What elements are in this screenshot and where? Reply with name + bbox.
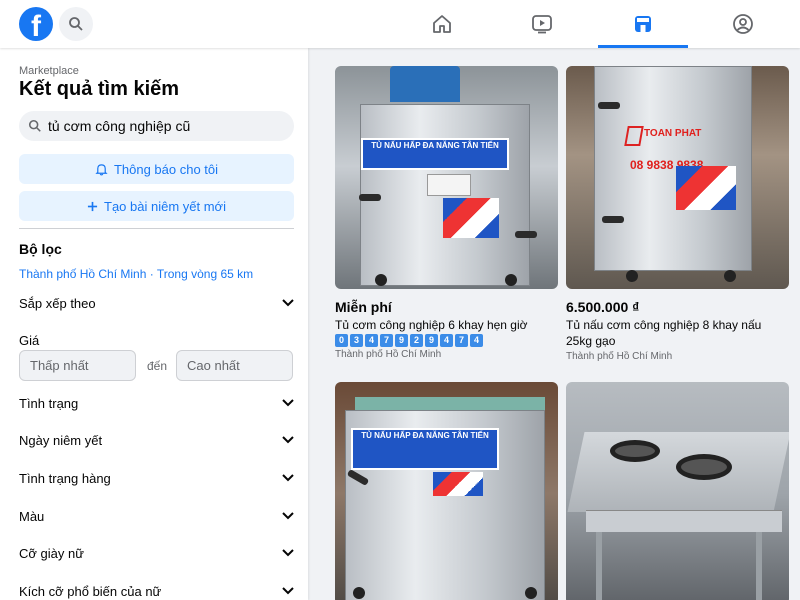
listing-price: Miễn phí	[335, 299, 392, 315]
digit-badge: 2	[410, 334, 423, 347]
listing-title: Tủ nấu cơm công nghiệp 8 khay nấu 25kg g…	[566, 318, 762, 348]
notify-me-label: Thông báo cho tôi	[113, 161, 219, 177]
search-icon	[28, 119, 41, 132]
price-min-placeholder: Thấp nhất	[30, 358, 89, 373]
filter-date-listed[interactable]: Ngày niêm yết	[19, 430, 294, 450]
chevron-down-icon	[282, 299, 294, 307]
chevron-down-icon	[282, 399, 294, 407]
location-filter-link[interactable]: Thành phố Hồ Chí Minh · Trong vòng 65 km	[19, 267, 253, 281]
digit-badge: 9	[425, 334, 438, 347]
filter-label: Sắp xếp theo	[19, 295, 96, 311]
marketplace-icon	[635, 16, 651, 32]
brand-logo-text: TOAN PHAT	[644, 128, 702, 139]
create-listing-button[interactable]: Tạo bài niêm yết mới	[19, 191, 294, 221]
search-icon	[69, 17, 83, 31]
listing-photo[interactable]: TỦ NẤU HẤP ĐA NĂNG TÂN TIẾN	[335, 382, 558, 600]
groups-icon	[733, 14, 753, 34]
create-listing-label: Tạo bài niêm yết mới	[104, 198, 226, 214]
bell-icon	[95, 163, 108, 175]
digit-badge: 7	[380, 334, 393, 347]
filter-label: Ngày niêm yết	[19, 432, 103, 448]
listing-location: Thành phố Hồ Chí Minh	[335, 349, 442, 360]
digit-badge: 3	[350, 334, 363, 347]
filter-color[interactable]: Màu	[19, 506, 294, 526]
listing-location: Thành phố Hồ Chí Minh	[566, 351, 673, 362]
listing-title: Tủ cơm công nghiệp 6 khay hẹn giờ	[335, 318, 528, 332]
listing-photo[interactable]	[566, 382, 789, 600]
facebook-logo[interactable]: f	[19, 7, 53, 41]
digit-badge: 9	[395, 334, 408, 347]
price-label: Giá	[19, 333, 40, 348]
filter-condition[interactable]: Tình trạng	[19, 393, 294, 413]
filter-womens-shoe-size[interactable]: Cỡ giày nữ	[19, 543, 294, 563]
product-sticker: TỦ NẤU HẤP ĐA NĂNG TÂN TIẾN	[361, 138, 509, 170]
chevron-down-icon	[282, 587, 294, 595]
marketplace-search-input[interactable]: tủ cơm công nghiệp cũ	[19, 111, 294, 141]
filter-label: Kích cỡ phổ biến của nữ	[19, 583, 162, 599]
plus-icon	[87, 201, 98, 211]
listing-card[interactable]: TỦ NẤU HẤP ĐA NĂNG TÂN TIẾN Miễn phí Tủ …	[335, 66, 558, 360]
filter-availability[interactable]: Tình trạng hàng	[19, 468, 294, 488]
digit-badge: 4	[470, 334, 483, 347]
chevron-down-icon	[282, 436, 294, 444]
top-navigation-bar: f	[0, 0, 800, 48]
filter-label: Tình trạng hàng	[19, 470, 111, 486]
notify-me-button[interactable]: Thông báo cho tôi	[19, 154, 294, 184]
filter-label: Tình trạng	[19, 395, 79, 411]
price-max-placeholder: Cao nhất	[187, 358, 240, 373]
filter-label: Màu	[19, 508, 45, 524]
filter-womens-size[interactable]: Kích cỡ phổ biến của nữ	[19, 581, 294, 600]
listing-photo[interactable]: TỦ NẤU HẤP ĐA NĂNG TÂN TIẾN	[335, 66, 558, 289]
listing-price: 6.500.000 ₫	[566, 299, 640, 315]
listing-card[interactable]	[566, 382, 789, 600]
digit-badge: 4	[365, 334, 378, 347]
search-button[interactable]	[59, 7, 93, 41]
tab-video[interactable]	[497, 0, 587, 48]
home-icon	[433, 15, 451, 33]
digit-badge: 0	[335, 334, 348, 347]
listing-card[interactable]: TOAN PHAT 08 9838 9838 6.500.000 ₫ Tủ nấ…	[566, 66, 789, 362]
page-title: Kết quả tìm kiếm	[19, 78, 180, 100]
chevron-down-icon	[282, 549, 294, 557]
price-max-input[interactable]: Cao nhất	[176, 350, 293, 381]
tab-groups[interactable]	[698, 0, 788, 48]
chevron-down-icon	[282, 512, 294, 520]
tab-marketplace[interactable]	[598, 0, 688, 48]
filters-heading: Bộ lọc	[19, 241, 62, 257]
marketplace-sidebar: Marketplace Kết quả tìm kiếm tủ cơm công…	[0, 48, 308, 600]
phone-digit-emojis: 0 3 4 7 9 2 9 4 7 4	[335, 334, 558, 347]
search-value: tủ cơm công nghiệp cũ	[48, 118, 191, 134]
chevron-down-icon	[282, 474, 294, 482]
digit-badge: 4	[440, 334, 453, 347]
listing-card[interactable]: TỦ NẤU HẤP ĐA NĂNG TÂN TIẾN	[335, 382, 558, 600]
digit-badge: 7	[455, 334, 468, 347]
filter-sort[interactable]: Sắp xếp theo	[19, 293, 294, 313]
listing-photo[interactable]: TOAN PHAT 08 9838 9838	[566, 66, 789, 289]
price-to-label: đến	[147, 359, 168, 373]
breadcrumb[interactable]: Marketplace	[19, 65, 79, 77]
video-icon	[532, 15, 552, 34]
tab-home[interactable]	[397, 0, 487, 48]
price-min-input[interactable]: Thấp nhất	[19, 350, 136, 381]
divider	[19, 228, 294, 229]
filter-label: Cỡ giày nữ	[19, 545, 84, 561]
product-sticker: TỦ NẤU HẤP ĐA NĂNG TÂN TIẾN	[351, 428, 499, 470]
